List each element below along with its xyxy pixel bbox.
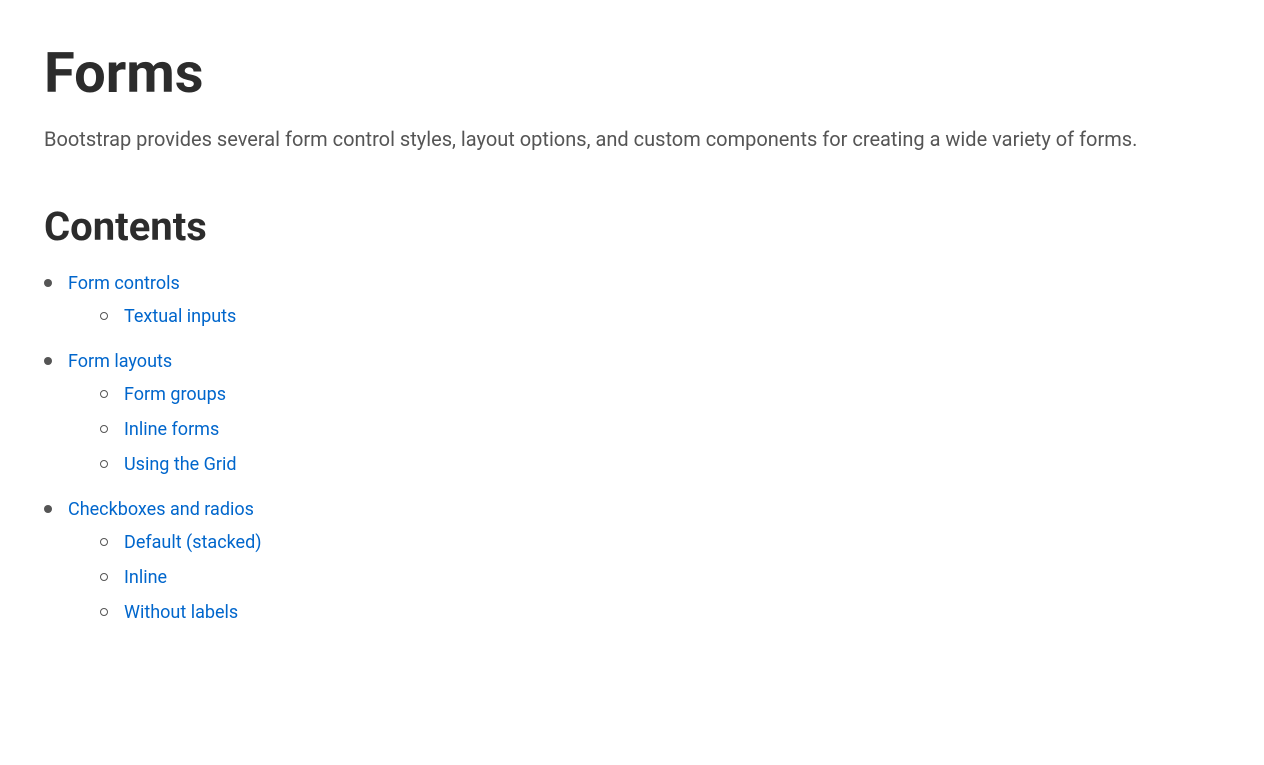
contents-heading: Contents [44, 203, 1220, 250]
page-title: Forms [44, 40, 1220, 107]
sub-list-form-controls: Textual inputs [68, 303, 236, 330]
link-form-controls[interactable]: Form controls [68, 273, 180, 294]
bullet-filled-1 [44, 279, 52, 287]
list-item-checkboxes-and-radios: Checkboxes and radios Default (stacked) … [44, 496, 1220, 634]
list-item-without-labels: Without labels [100, 599, 262, 626]
link-default-stacked[interactable]: Default (stacked) [124, 529, 262, 556]
bullet-open-inline-forms [100, 425, 108, 433]
list-item-form-controls: Form controls Textual inputs [44, 270, 1220, 338]
bullet-open-form-groups [100, 390, 108, 398]
list-item-default-stacked: Default (stacked) [100, 529, 262, 556]
bullet-open-default-stacked [100, 538, 108, 546]
bullet-filled-3 [44, 505, 52, 513]
sub-list-checkboxes-and-radios: Default (stacked) Inline Without labels [68, 529, 262, 626]
page-description: Bootstrap provides several form control … [44, 123, 1220, 155]
bullet-open-without-labels [100, 608, 108, 616]
link-textual-inputs[interactable]: Textual inputs [124, 303, 236, 330]
list-item-form-layouts: Form layouts Form groups Inline forms Us… [44, 348, 1220, 486]
link-using-the-grid[interactable]: Using the Grid [124, 451, 237, 478]
bullet-open-textual-inputs [100, 312, 108, 320]
list-item-inline: Inline [100, 564, 262, 591]
list-item-using-the-grid: Using the Grid [100, 451, 237, 478]
contents-list: Form controls Textual inputs Form layout… [44, 270, 1220, 634]
link-inline-forms[interactable]: Inline forms [124, 416, 219, 443]
link-checkboxes-and-radios[interactable]: Checkboxes and radios [68, 499, 254, 520]
link-form-layouts[interactable]: Form layouts [68, 351, 172, 372]
list-item-inline-forms: Inline forms [100, 416, 237, 443]
link-inline[interactable]: Inline [124, 564, 167, 591]
list-item-form-groups: Form groups [100, 381, 237, 408]
bullet-open-using-the-grid [100, 460, 108, 468]
sub-list-form-layouts: Form groups Inline forms Using the Grid [68, 381, 237, 478]
bullet-open-inline [100, 573, 108, 581]
link-without-labels[interactable]: Without labels [124, 599, 238, 626]
list-item-textual-inputs: Textual inputs [100, 303, 236, 330]
bullet-filled-2 [44, 357, 52, 365]
link-form-groups[interactable]: Form groups [124, 381, 226, 408]
